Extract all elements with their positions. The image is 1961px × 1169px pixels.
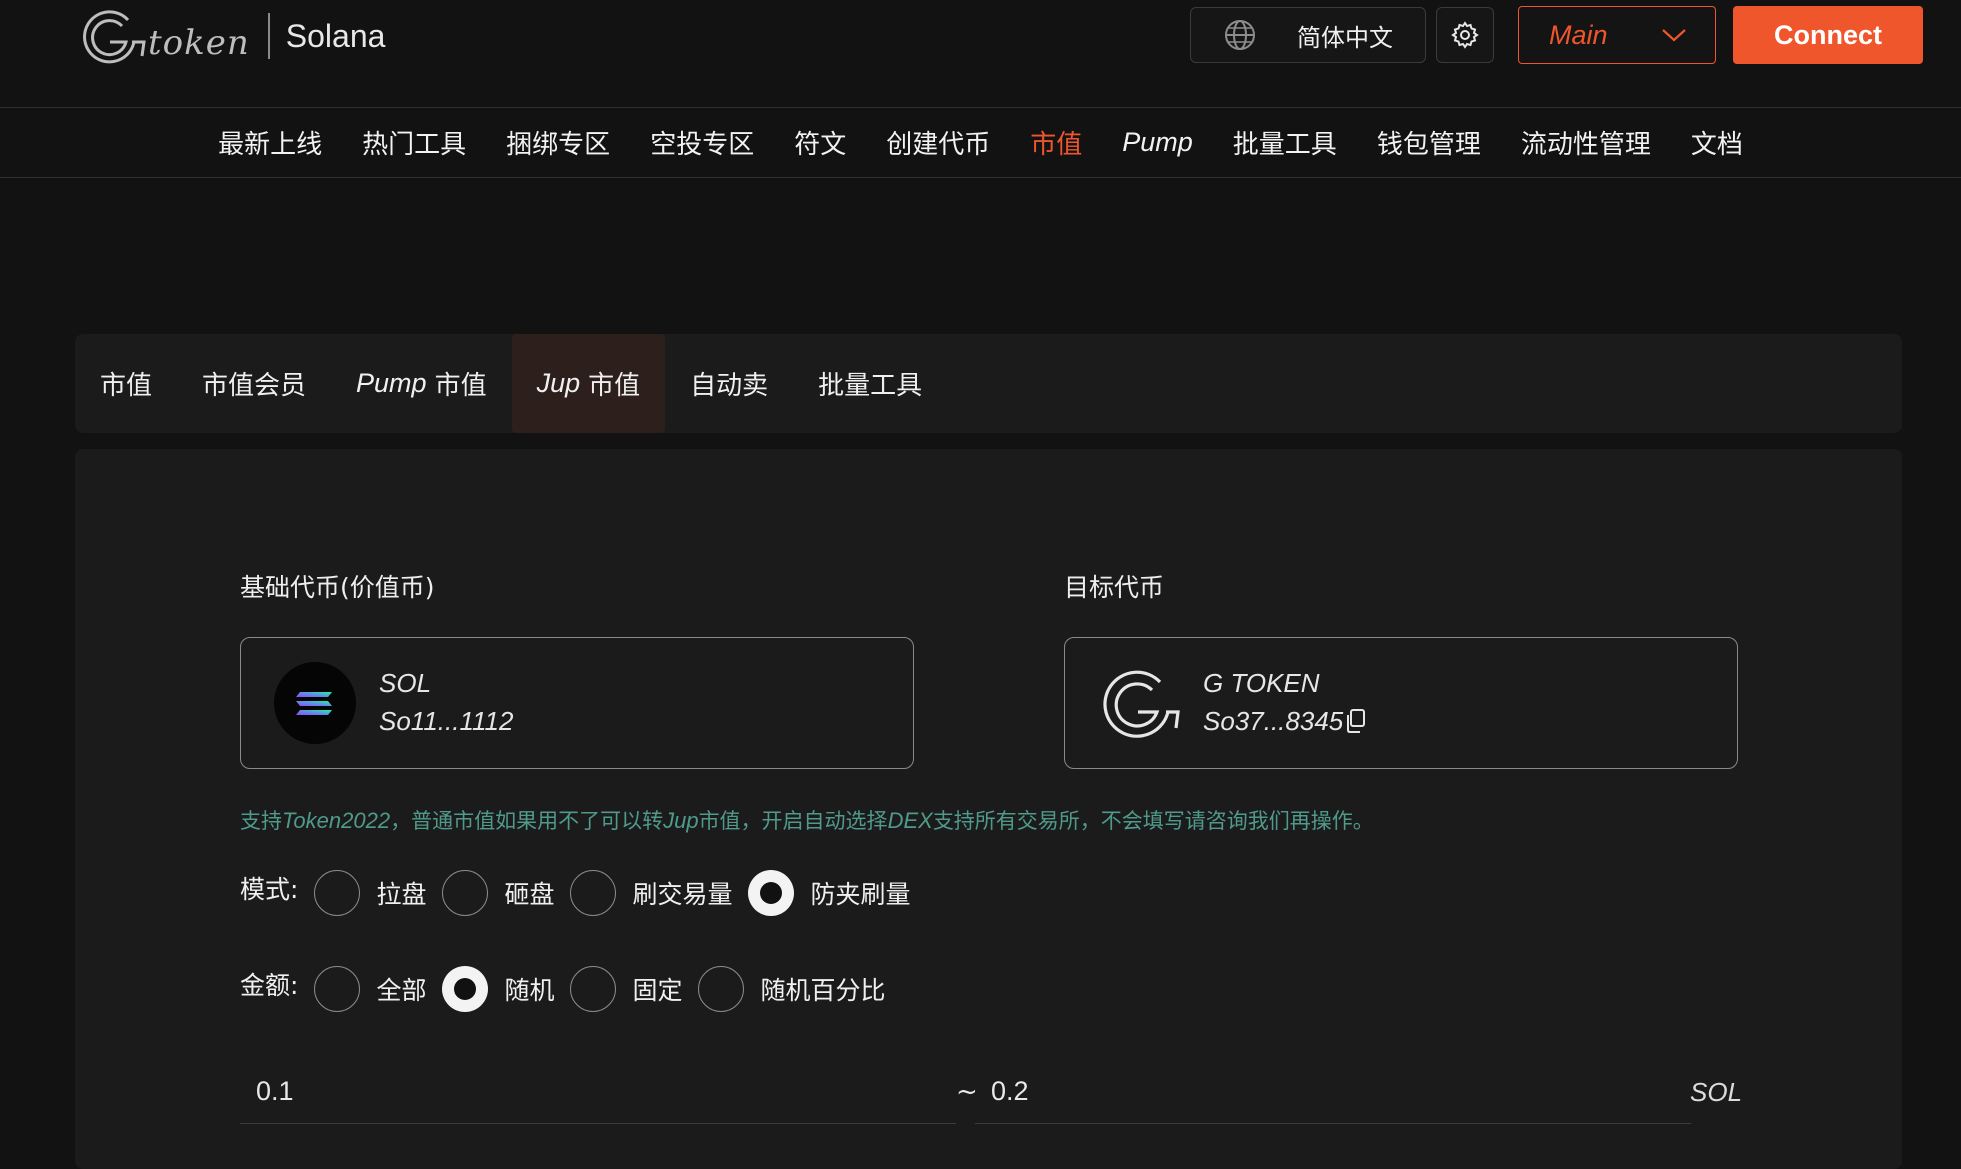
tab-auto-sell[interactable]: 自动卖 [665,334,793,433]
tab-label: 市值 [100,371,153,401]
notice-text: Token2022 [282,808,391,833]
notice-text: 支持所有交易所，不会填写请咨询我们再操作。 [932,809,1374,833]
mode-radio-volume[interactable] [570,870,617,916]
mode-radio-pump[interactable] [314,870,361,916]
target-token-selector[interactable]: G TOKEN So37...8345 [1064,637,1738,769]
main-nav: 最新上线 热门工具 捆绑专区 空投专区 符文 创建代币 市值 Pump 批量工具… [0,108,1961,178]
copy-icon[interactable] [1345,708,1367,734]
network-label: Main [1549,19,1608,50]
logo-divider [267,13,270,59]
target-token-symbol: G TOKEN [1203,668,1320,698]
mode-option-label[interactable]: 防夹刷量 [810,875,910,911]
nav-item-docs[interactable]: 文档 [1691,124,1743,161]
notice-text: ，普通市值如果用不了可以转 [390,809,664,833]
settings-button[interactable] [1436,7,1494,63]
chevron-down-icon [1662,29,1686,42]
target-token-title: 目标代币 [1064,573,1165,602]
amount-radio-fixed[interactable] [570,966,617,1012]
amount-radio-group: 金额: 全部 随机 固定 随机百分比 [240,966,902,1012]
tab-market-cap-member[interactable]: 市值会员 [177,334,331,433]
tab-jup-market-cap[interactable]: Jup 市值 [511,334,666,433]
tab-label: 市值 [588,371,641,401]
target-token-address: So37...8345 [1203,706,1344,736]
amount-option-label[interactable]: 随机 [504,971,554,1007]
connect-wallet-button[interactable]: Connect [1733,6,1923,64]
nav-item-latest[interactable]: 最新上线 [218,124,322,161]
amount-radio-all[interactable] [314,966,361,1012]
amount-radio-random-percent[interactable] [698,966,745,1012]
radio-dot [454,978,477,1000]
language-label: 简体中文 [1297,23,1393,52]
target-token-address-wrap: So37...8345 [1203,706,1367,737]
tab-pump-market-cap[interactable]: Pump 市值 [331,334,512,433]
amount-option-label[interactable]: 全部 [376,971,426,1007]
radio-dot [760,882,783,904]
base-token-title: 基础代币(价值币) [240,573,435,602]
base-token-selector[interactable]: SOL So11...1112 [240,637,914,769]
chain-name: Solana [285,17,386,54]
mode-radio-group: 模式: 拉盘 砸盘 刷交易量 防夹刷量 [240,870,927,916]
g-token-icon [1103,670,1180,738]
mode-radio-anti-mev-volume[interactable] [748,870,795,916]
nav-item-runes[interactable]: 符文 [794,124,846,161]
top-header: token Solana 简体中文 Main Connect [0,0,1961,108]
nav-item-create-token[interactable]: 创建代币 [886,124,990,161]
info-notice: 支持Token2022，普通市值如果用不了可以转Jup市值，开启自动选择DEX支… [240,805,1374,835]
nav-item-airdrop[interactable]: 空投专区 [650,124,754,161]
solana-icon [274,662,356,744]
amount-unit: SOL [1690,1077,1743,1107]
nav-item-liquidity[interactable]: 流动性管理 [1521,124,1651,161]
notice-text: DEX [887,808,933,833]
tab-label: 市值会员 [202,371,307,401]
amount-option-label[interactable]: 固定 [632,971,682,1007]
tab-label: 市值 [434,371,487,401]
tab-label: 自动卖 [690,371,769,401]
amount-label: 金额: [240,971,299,1000]
tab-label: 批量工具 [818,371,923,401]
nav-item-bundle[interactable]: 捆绑专区 [506,124,610,161]
tab-batch-tools[interactable]: 批量工具 [793,334,947,433]
market-cap-tabs: 市值 市值会员 Pump 市值 Jup 市值 自动卖 批量工具 [75,334,1902,433]
amount-min-input[interactable]: 0.1 [240,1060,956,1124]
notice-text: Jup [663,808,699,833]
language-selector[interactable]: 简体中文 [1190,7,1426,63]
notice-text: 市值，开启自动选择 [698,809,888,833]
g-logo-icon [83,10,146,64]
mode-option-label[interactable]: 砸盘 [504,875,554,911]
amount-option-label[interactable]: 随机百分比 [760,971,885,1007]
nav-item-hot-tools[interactable]: 热门工具 [362,124,466,161]
globe-icon [1225,20,1255,50]
base-token-symbol: SOL [379,668,432,698]
gear-icon [1451,21,1479,49]
amount-radio-random[interactable] [442,966,489,1012]
nav-item-batch-tools[interactable]: 批量工具 [1233,124,1337,161]
logo-text: token [148,23,250,63]
mode-radio-dump[interactable] [442,870,489,916]
mode-option-label[interactable]: 刷交易量 [632,875,732,911]
tab-label-prefix: Jup [536,368,581,398]
nav-item-market-cap[interactable]: 市值 [1030,124,1082,161]
nav-item-wallet[interactable]: 钱包管理 [1377,124,1481,161]
base-token-address: So11...1112 [379,706,514,736]
brand-logo[interactable]: token Solana [78,4,385,68]
mode-label: 模式: [240,875,299,904]
amount-max-input[interactable]: 0.2 [975,1060,1691,1124]
nav-item-pump[interactable]: Pump [1122,127,1193,158]
network-select[interactable]: Main [1518,6,1716,64]
tab-market-cap[interactable]: 市值 [75,334,177,433]
notice-text: 支持 [240,809,282,833]
mode-option-label[interactable]: 拉盘 [376,875,426,911]
tab-label-prefix: Pump [356,368,427,398]
